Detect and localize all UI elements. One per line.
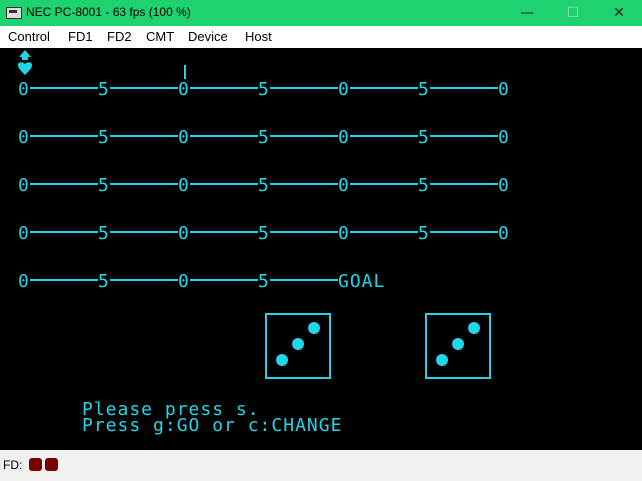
menu-fd1[interactable]: FD1 <box>68 29 93 44</box>
status-bar: FD: <box>0 450 642 481</box>
app-icon[interactable] <box>6 7 22 19</box>
track-label: 5 <box>98 271 110 292</box>
track-label: 5 <box>98 79 110 100</box>
track-label: 0 <box>498 127 510 148</box>
minimize-button[interactable]: — <box>504 0 550 26</box>
die-pip <box>436 354 448 366</box>
track-label: 0 <box>178 79 190 100</box>
track-label: GOAL <box>338 271 385 292</box>
track-label: 0 <box>178 127 190 148</box>
track-label: 5 <box>418 127 430 148</box>
title-bar: NEC PC-8001 - 63 fps (100 %) — ☐ ✕ <box>0 0 642 26</box>
track-label: 0 <box>338 79 350 100</box>
track-label: 5 <box>258 79 270 100</box>
track-label: 0 <box>18 175 30 196</box>
fd2-access-led <box>45 458 58 471</box>
track-label: 5 <box>98 127 110 148</box>
menu-fd2[interactable]: FD2 <box>107 29 132 44</box>
track-label: 0 <box>178 175 190 196</box>
track-label: 5 <box>98 223 110 244</box>
track-label: 5 <box>258 175 270 196</box>
window-title: NEC PC-8001 - 63 fps (100 %) <box>26 5 191 19</box>
track-label: 5 <box>418 79 430 100</box>
fd-status-label: FD: <box>3 458 23 472</box>
menu-host[interactable]: Host <box>245 29 272 44</box>
track-label: 0 <box>498 223 510 244</box>
menu-cmt[interactable]: CMT <box>146 29 174 44</box>
track-label: 0 <box>498 175 510 196</box>
screen-canvas: 0 5 0 5 0 5 00 5 0 5 0 5 00 5 0 5 0 5 00 5 0 5 0 5 00 5 0 5 GOALPlea… <box>18 50 510 436</box>
player-heart-icon <box>18 62 32 75</box>
fd1-access-led <box>29 458 42 471</box>
track-label: 0 <box>18 79 30 100</box>
track-label: 5 <box>418 223 430 244</box>
menu-control[interactable]: Control <box>8 29 50 44</box>
player-arrow-icon <box>19 50 31 60</box>
die-pip <box>308 322 320 334</box>
die-pip <box>468 322 480 334</box>
close-button[interactable]: ✕ <box>596 0 642 26</box>
track-label: 5 <box>258 271 270 292</box>
track-label: 5 <box>98 175 110 196</box>
track-label: 0 <box>178 271 190 292</box>
track-label: 0 <box>338 127 350 148</box>
track-label: 5 <box>258 223 270 244</box>
track-label: 0 <box>18 271 30 292</box>
track-label: 0 <box>338 223 350 244</box>
menu-device[interactable]: Device <box>188 29 228 44</box>
prompt-line-2: Press g:GO or c:CHANGE <box>82 415 342 436</box>
die-pip <box>276 354 288 366</box>
die-pip <box>452 338 464 350</box>
track-label: 0 <box>18 127 30 148</box>
track-label: 0 <box>18 223 30 244</box>
emulator-screen[interactable]: 0 5 0 5 0 5 0 0 5 0 5 0 5 0 0 5 0 5 0 5 0 0 5 0 5 0 5 0 0 5 0 5 GOAL Plea… <box>0 48 642 450</box>
track-label: 5 <box>258 127 270 148</box>
menu-bar: Control FD1 FD2 CMT Device Host <box>0 26 642 48</box>
track-label: 0 <box>338 175 350 196</box>
maximize-button[interactable]: ☐ <box>550 0 596 26</box>
die-pip <box>292 338 304 350</box>
track-label: 0 <box>178 223 190 244</box>
track-label: 0 <box>498 79 510 100</box>
track-label: 5 <box>418 175 430 196</box>
